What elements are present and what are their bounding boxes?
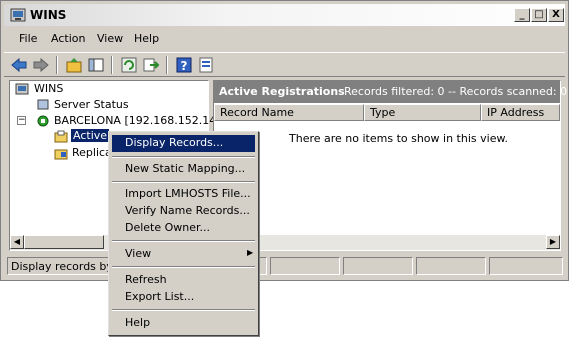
column-type[interactable]: Type	[364, 104, 481, 121]
menu-item-import-lmhosts[interactable]: Import LMHOSTS File...	[112, 186, 255, 203]
status-panel	[489, 257, 563, 275]
up-folder-icon[interactable]	[65, 56, 83, 74]
tree-server-barcelona[interactable]: BARCELONA [192.168.152.145]	[54, 114, 228, 127]
export-list-icon[interactable]	[142, 56, 160, 74]
menu-item-view-label: View	[125, 247, 152, 260]
scroll-right-arrow-icon[interactable]: ▶	[546, 235, 560, 249]
menu-item-help[interactable]: Help	[112, 315, 255, 332]
menu-separator	[112, 266, 255, 268]
results-header: Active Registrations Records filtered: 0…	[214, 81, 567, 103]
minimize-button[interactable]: _	[514, 8, 530, 22]
close-button[interactable]: X	[548, 8, 564, 22]
menu-bar: File Action View Help	[4, 29, 565, 49]
menu-help[interactable]: Help	[134, 32, 159, 45]
tree-replication-partners[interactable]: Replica	[72, 146, 112, 159]
toolbar-separator	[56, 56, 58, 74]
toolbar-separator	[166, 56, 168, 74]
menu-separator	[112, 181, 255, 183]
server-status-icon	[37, 99, 49, 110]
menu-item-display-records[interactable]: Display Records...	[112, 135, 255, 152]
menu-action[interactable]: Action	[51, 32, 85, 45]
svg-text:?: ?	[181, 59, 188, 73]
menu-item-refresh[interactable]: Refresh	[112, 272, 255, 289]
menu-item-export-list[interactable]: Export List...	[112, 289, 255, 306]
server-icon	[37, 115, 49, 127]
window-title: WINS	[30, 8, 67, 22]
empty-list-message: There are no items to show in this view.	[289, 132, 508, 145]
scroll-thumb[interactable]	[24, 235, 104, 249]
menu-item-verify-name-records[interactable]: Verify Name Records...	[112, 203, 255, 220]
menu-separator	[112, 156, 255, 158]
results-pane: Active Registrations Records filtered: 0…	[213, 80, 567, 251]
show-hide-tree-icon[interactable]	[87, 56, 105, 74]
menu-file[interactable]: File	[19, 32, 37, 45]
help-icon[interactable]: ?	[175, 56, 193, 74]
back-arrow-icon[interactable]	[10, 56, 28, 74]
menu-view[interactable]: View	[97, 32, 123, 45]
wins-root-icon	[15, 83, 29, 95]
replication-partners-icon	[54, 149, 68, 160]
tree-active-registrations[interactable]: Active	[71, 129, 110, 142]
menu-item-view[interactable]: View ▶	[112, 246, 255, 263]
toolbar: ?	[4, 52, 565, 77]
status-bar: Display records by n	[4, 257, 565, 277]
tree-server-status[interactable]: Server Status	[54, 98, 129, 111]
tree-root-wins[interactable]: WINS	[34, 82, 63, 95]
scroll-left-arrow-icon[interactable]: ◀	[10, 235, 24, 249]
tree-expander[interactable]: −	[17, 116, 26, 125]
results-title: Active Registrations	[219, 85, 345, 98]
toolbar-separator	[111, 56, 113, 74]
properties-icon[interactable]	[197, 56, 215, 74]
menu-separator	[112, 240, 255, 242]
column-ip-address[interactable]: IP Address	[481, 104, 560, 121]
wins-app-icon	[10, 8, 26, 22]
results-stats: Records filtered: 0 -- Records scanned: …	[344, 85, 568, 98]
wins-window: WINS _ □ X File Action View Help ? WINS …	[0, 0, 569, 281]
submenu-arrow-icon: ▶	[247, 248, 254, 257]
maximize-button[interactable]: □	[531, 8, 547, 22]
active-registrations-icon	[54, 130, 68, 143]
menu-item-delete-owner[interactable]: Delete Owner...	[112, 220, 255, 237]
refresh-icon[interactable]	[120, 56, 138, 74]
status-panel	[343, 257, 413, 275]
menu-separator	[112, 309, 255, 311]
context-menu: Display Records... New Static Mapping...…	[108, 131, 259, 336]
forward-arrow-icon[interactable]	[32, 56, 50, 74]
list-horizontal-scrollbar[interactable]: ▶	[214, 235, 560, 250]
status-panel	[416, 257, 486, 275]
title-bar[interactable]: WINS _ □ X	[4, 4, 565, 26]
column-record-name[interactable]: Record Name	[214, 104, 364, 121]
menu-item-new-static-mapping[interactable]: New Static Mapping...	[112, 161, 255, 178]
status-panel	[270, 257, 340, 275]
